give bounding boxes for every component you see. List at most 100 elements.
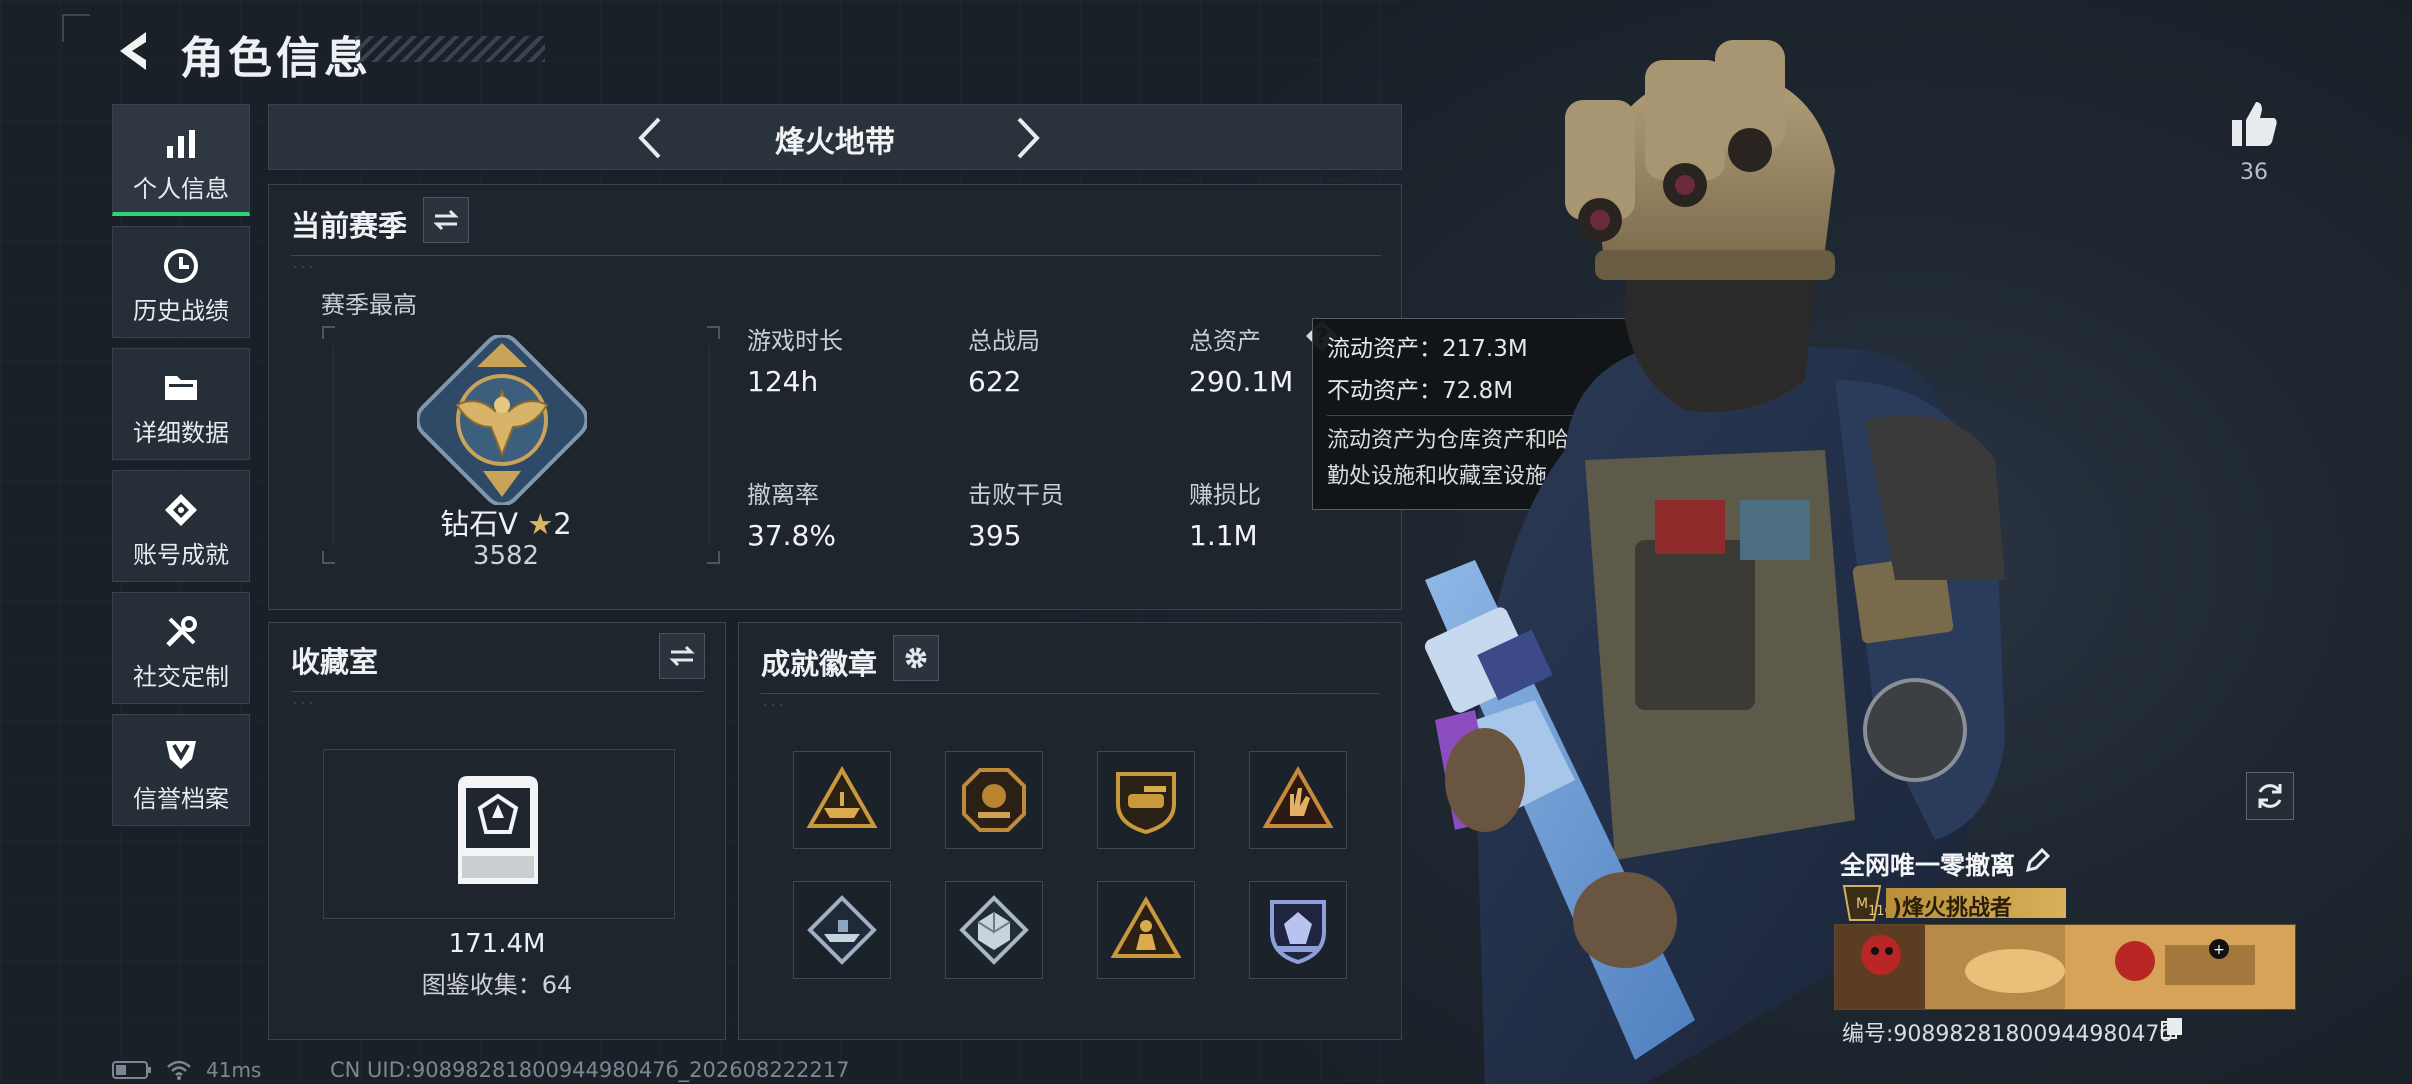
tools-icon (166, 616, 197, 647)
divider (291, 691, 703, 692)
stat-value-total-assets: 290.1M (1189, 365, 1294, 398)
corner-mark (62, 14, 90, 42)
card-uid: 编号:9089828180094498047б (1842, 1022, 2173, 1047)
badge-slot-2[interactable] (945, 751, 1043, 849)
collection-panel: 收藏室 171.4M 图鉴收集：64 (268, 622, 726, 1040)
season-best-label: 赛季最高 (321, 291, 417, 319)
vault-icon (458, 776, 538, 884)
mode-selector: 烽火地带 (268, 104, 1402, 170)
sidebar-item-label: 详细数据 (133, 419, 229, 447)
sidebar-item-achievements[interactable]: 账号成就 (112, 470, 250, 582)
badge-slot-1[interactable] (793, 751, 891, 849)
stat-label-total-assets: 总资产 (1189, 327, 1261, 355)
rank-badge: M 116 (1838, 884, 1893, 922)
season-panel: 当前赛季 赛季最高 钻石V ★2 3582 游戏时长 124h 总战局 622 … (268, 184, 1402, 610)
mode-label: 烽火地带 (775, 125, 895, 160)
card-title: 全网唯一零撤离 (1840, 851, 2016, 880)
bar-chart-icon (167, 130, 195, 158)
swap-icon (669, 645, 695, 667)
tri-ship-badge-icon (806, 765, 878, 828)
credit-icon (166, 741, 196, 769)
collection-count: 图鉴收集：64 (421, 971, 573, 999)
stat-value-playtime: 124h (747, 365, 819, 398)
switch-season-button[interactable] (423, 197, 469, 243)
sidebar-item-personal-info[interactable]: 个人信息 (112, 104, 250, 216)
next-mode-button[interactable] (1001, 113, 1051, 163)
stat-label-kills: 击败干员 (968, 481, 1064, 509)
badge-slot-8[interactable] (1249, 881, 1347, 979)
stat-value-kills: 395 (968, 519, 1022, 552)
title-decoration (355, 36, 545, 62)
status-bar: 41ms (112, 1058, 261, 1082)
achievement-icon (165, 494, 197, 526)
badges-title: 成就徽章 (761, 647, 878, 681)
gear-icon (905, 647, 927, 669)
stat-label-extract-rate: 撤离率 (747, 481, 819, 509)
like-button[interactable] (2226, 96, 2282, 152)
svg-text:M: M (1856, 896, 1868, 912)
rank-score: 3582 (472, 541, 540, 571)
edit-card-button[interactable] (2024, 846, 2052, 874)
card-banner-image[interactable]: + (1834, 924, 2296, 1010)
stat-label-playtime: 游戏时长 (747, 327, 843, 355)
star-icon: ★ (527, 507, 554, 541)
ping-value: 41ms (206, 1058, 262, 1082)
collection-room-preview[interactable] (323, 749, 675, 919)
season-title: 当前赛季 (291, 209, 408, 243)
page-title: 角色信息 (180, 33, 372, 84)
decor-dots (761, 703, 787, 707)
switch-collection-button[interactable] (659, 633, 705, 679)
folder-icon (165, 376, 197, 400)
sidebar-item-label: 历史战绩 (133, 297, 229, 325)
badge-slot-3[interactable] (1097, 751, 1195, 849)
badge-slot-4[interactable] (1249, 751, 1347, 849)
sidebar-item-detail-data[interactable]: 详细数据 (112, 348, 250, 460)
sidebar-item-label: 信誉档案 (133, 785, 229, 813)
copy-uid-button[interactable] (2160, 1016, 2184, 1040)
back-button[interactable] (112, 26, 162, 76)
badge-slot-7[interactable] (1097, 881, 1195, 979)
octagon-crest-badge-icon (962, 768, 1026, 832)
rank-title: )烽火挑战者 (1892, 896, 2013, 921)
copy-icon (2161, 1018, 2182, 1039)
rank-stars: 2 (553, 507, 572, 541)
stat-label-matches: 总战局 (968, 327, 1040, 355)
thumbs-up-icon (2232, 102, 2277, 146)
battery-icon (112, 1061, 151, 1079)
diamond-rank-emblem-icon (417, 335, 587, 505)
rotate-view-button[interactable] (2246, 772, 2294, 820)
chevron-right-icon (1017, 117, 1040, 159)
clock-icon (164, 249, 198, 283)
divider (291, 255, 1381, 256)
prev-mode-button[interactable] (627, 113, 677, 163)
sidebar-item-social[interactable]: 社交定制 (112, 592, 250, 704)
stat-value-extract-rate: 37.8% (747, 519, 836, 552)
diamond-ship-badge-icon (807, 895, 877, 965)
footer-uid: CN UID:9089828180094498047б_202608222217 (330, 1058, 850, 1082)
wifi-icon (167, 1060, 191, 1080)
stat-label-profit-ratio: 赚损比 (1189, 481, 1261, 509)
back-arrow-icon (120, 32, 146, 70)
sidebar-item-label: 个人信息 (133, 175, 229, 203)
pencil-icon (2025, 847, 2051, 873)
diamond-cube-badge-icon (959, 895, 1029, 965)
hand-badge-icon (1262, 765, 1334, 828)
svg-text:+: + (2213, 942, 2225, 958)
chevron-left-icon (638, 117, 661, 159)
shield-tank-badge-icon (1116, 772, 1176, 835)
sidebar-item-label: 社交定制 (133, 663, 229, 691)
sidebar-item-credit[interactable]: 信誉档案 (112, 714, 250, 826)
decor-dots (291, 701, 317, 705)
badge-settings-button[interactable] (893, 635, 939, 681)
decor-dots (291, 265, 317, 269)
swap-icon (433, 209, 459, 231)
badge-slot-5[interactable] (793, 881, 891, 979)
stat-value-matches: 622 (968, 365, 1022, 398)
sidebar-item-history[interactable]: 历史战绩 (112, 226, 250, 338)
divider (761, 693, 1379, 694)
tri-figure-badge-icon (1110, 895, 1182, 958)
refresh-icon (2258, 784, 2282, 808)
badge-slot-6[interactable] (945, 881, 1043, 979)
badges-panel: 成就徽章 (738, 622, 1402, 1040)
collection-title: 收藏室 (291, 645, 379, 679)
